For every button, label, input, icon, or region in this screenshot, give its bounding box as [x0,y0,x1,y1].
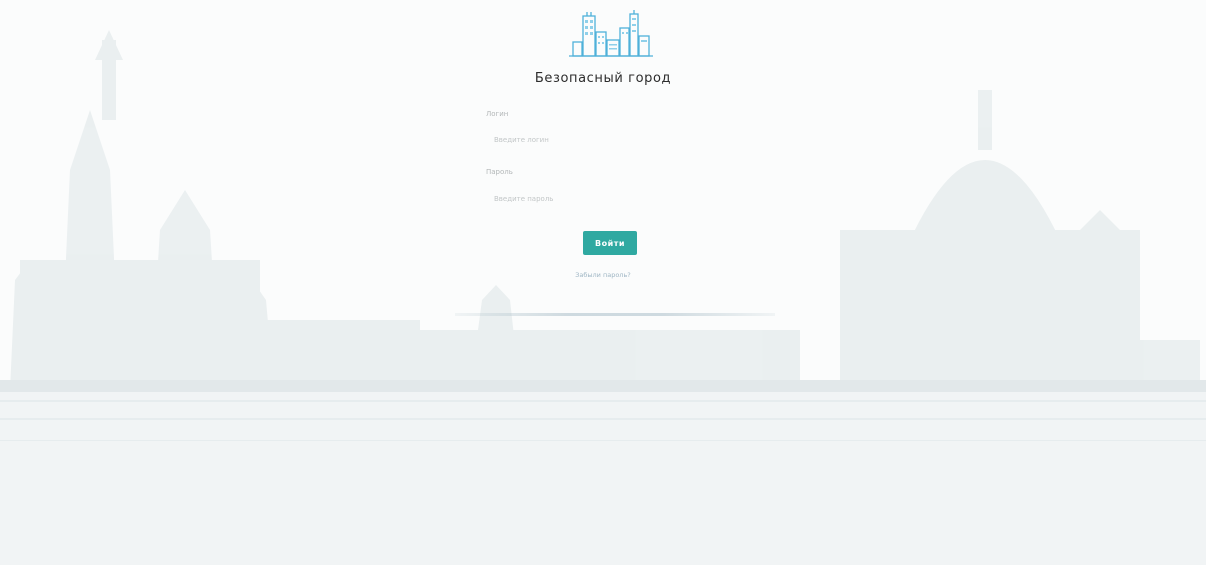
password-input[interactable] [486,190,734,208]
password-label: Пароль [486,168,513,176]
login-input[interactable] [486,131,734,149]
login-button[interactable]: Войти [583,231,637,255]
login-label: Логин [486,110,509,118]
forgot-password-link[interactable]: Забыли пароль? [0,271,1206,279]
city-buildings-icon [569,10,653,57]
login-page: Безопасный город Логин Пароль Войти Забы… [0,0,1206,565]
login-form: Безопасный город Логин Пароль Войти Забы… [0,0,1206,565]
page-title: Безопасный город [534,71,672,86]
form-divider [455,313,775,316]
